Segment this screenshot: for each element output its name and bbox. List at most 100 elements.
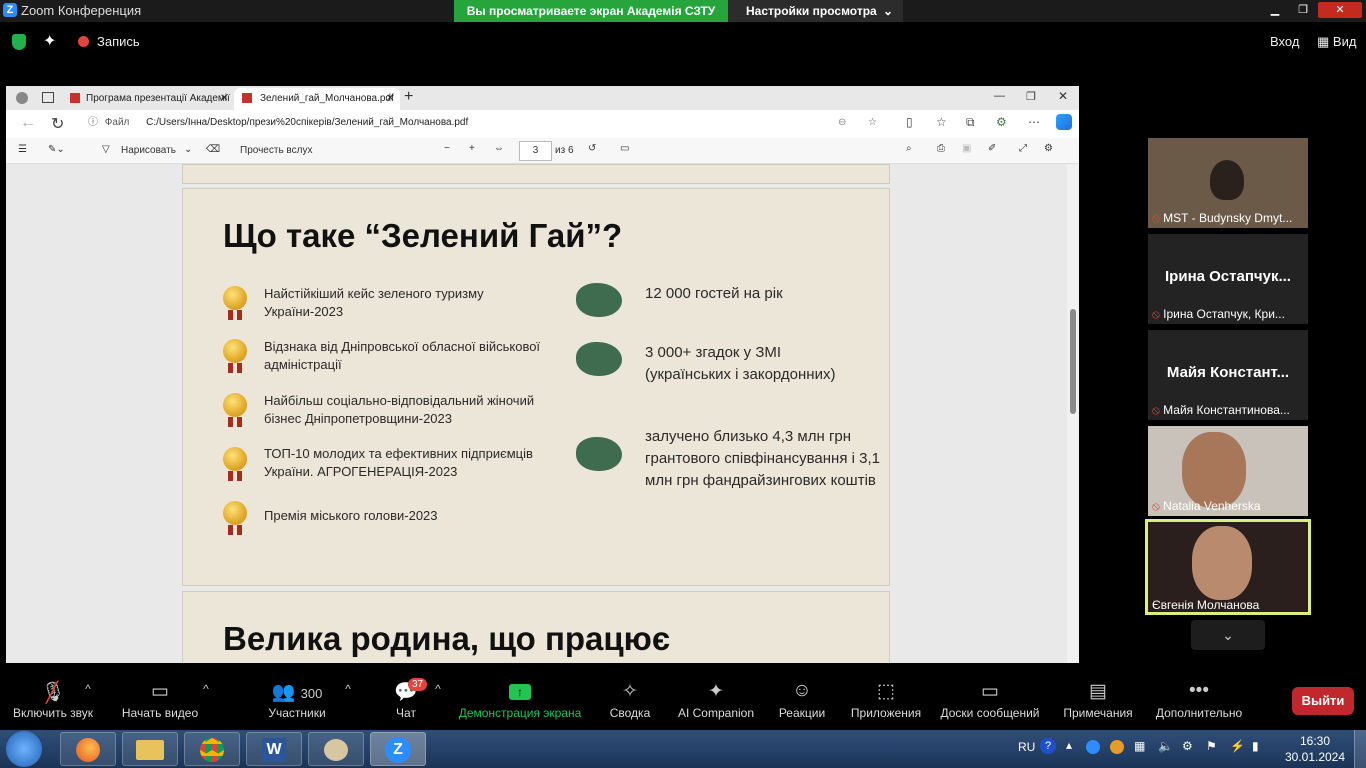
read-aloud-button[interactable]: Прочесть вслух — [240, 145, 312, 156]
minimize-icon[interactable]: — — [994, 90, 1005, 102]
tray-app-icon[interactable] — [1110, 740, 1124, 754]
rotate-icon[interactable]: ↺ — [588, 143, 596, 154]
settings-icon[interactable]: ⚙ — [1044, 143, 1053, 154]
clock-date: 30.01.2024 — [1284, 750, 1346, 764]
split-icon[interactable]: ▯ — [906, 115, 913, 129]
ai-companion-button[interactable]: ✦ AI Companion — [676, 680, 756, 720]
word-icon[interactable]: W — [246, 732, 302, 766]
share-screen-button[interactable]: ↑ Демонстрация экрана — [456, 680, 584, 720]
scrollbar-thumb[interactable] — [1070, 309, 1076, 414]
summary-button[interactable]: ✧ Сводка — [604, 680, 656, 720]
close-icon[interactable]: ✕ — [220, 88, 228, 110]
help-icon[interactable]: ? — [1040, 738, 1056, 754]
draw-icon[interactable]: ▽ — [102, 144, 110, 155]
address-bar[interactable]: ⓘ Файл C:/Users/Інна/Desktop/прези%20спі… — [76, 113, 896, 133]
active-speaker-tile[interactable]: Євгенія Молчанова — [1145, 519, 1311, 615]
notes-button[interactable]: ▤ Примечания — [1058, 680, 1138, 720]
sparkle-icon[interactable]: ✦ — [43, 31, 56, 51]
eraser-icon[interactable]: ⌫ — [206, 144, 220, 155]
chevron-down-icon[interactable]: ⌄ — [1191, 620, 1265, 650]
restore-icon[interactable]: ❐ — [1026, 90, 1036, 103]
chrome-icon[interactable] — [184, 732, 240, 766]
contents-icon[interactable]: ☰ — [18, 144, 27, 155]
save-icon[interactable]: ▣ — [962, 143, 971, 154]
tray-icon[interactable]: ⚙ — [1182, 739, 1193, 753]
extension-icon[interactable]: ⚙ — [996, 115, 1007, 129]
show-desktop-button[interactable] — [1354, 730, 1366, 768]
page-input[interactable]: 3 — [519, 141, 552, 161]
participant-tile[interactable]: Майя Констант... ⦸ Майя Константинова... — [1148, 330, 1308, 420]
whiteboards-button[interactable]: ▭ Доски сообщений — [937, 680, 1043, 720]
star-icon[interactable]: ☆ — [868, 113, 877, 133]
minimize-icon[interactable]: ▁ — [1262, 2, 1288, 18]
chat-button[interactable]: 💬 37 Чат — [386, 678, 428, 720]
power-icon[interactable]: ⚡ — [1230, 739, 1245, 753]
start-button-icon[interactable] — [6, 731, 42, 767]
previous-page — [182, 164, 890, 184]
view-settings-button[interactable]: Настройки просмотра ⌄ — [728, 0, 903, 22]
pdf-toolbar: ☰ ✎⌄ ▽ Нарисовать ⌄ ⌫ Прочесть вслух − +… — [6, 138, 1079, 164]
chevron-down-icon[interactable]: ⌄ — [184, 144, 192, 155]
refresh-icon[interactable]: ↻ — [51, 114, 64, 134]
collections-icon[interactable]: ⧉ — [966, 115, 975, 130]
participant-tile[interactable]: ⦸ Natalia Venherska — [1148, 426, 1308, 516]
chevron-up-icon[interactable]: ^ — [432, 682, 444, 696]
tab-active-pdf[interactable]: Зелений_гай_Молчанова.pdf ✕ — [234, 88, 400, 110]
print-icon[interactable]: ⎙ — [937, 143, 945, 154]
highlight-icon[interactable]: ✎⌄ — [48, 144, 65, 155]
chevron-up-icon[interactable]: ^ — [82, 682, 94, 696]
chevron-up-icon[interactable]: ^ — [200, 682, 212, 696]
more-icon[interactable]: ⋯ — [1028, 115, 1040, 129]
login-button[interactable]: Вход — [1270, 34, 1299, 49]
tray-expand-icon[interactable]: ▴ — [1066, 738, 1072, 752]
language-indicator[interactable]: RU — [1018, 740, 1035, 754]
close-icon[interactable]: ✕ — [386, 88, 394, 110]
zoom-in-icon[interactable]: + — [469, 143, 475, 154]
chevron-up-icon[interactable]: ^ — [342, 682, 354, 696]
signal-icon[interactable]: ▮ — [1252, 739, 1259, 753]
close-icon[interactable]: ✕ — [1058, 89, 1068, 103]
slide-title: Що таке “Зелений Гай”? — [223, 217, 623, 254]
draw-button[interactable]: Нарисовать — [121, 145, 176, 156]
page-view-icon[interactable]: ▭ — [620, 143, 629, 154]
apps-button[interactable]: ⬚ Приложения — [848, 680, 924, 720]
reactions-button[interactable]: ☺ Реакции — [774, 680, 830, 720]
fullscreen-icon[interactable]: ⤢ — [1019, 143, 1027, 154]
search-icon[interactable]: ⌕ — [906, 143, 912, 154]
close-icon[interactable]: ✕ — [1318, 2, 1362, 18]
more-button[interactable]: ••• Дополнительно — [1152, 680, 1246, 720]
explorer-icon[interactable] — [122, 732, 178, 766]
firefox-icon[interactable] — [60, 732, 116, 766]
save-as-icon[interactable]: ✐ — [988, 143, 996, 154]
leave-button[interactable]: Выйти — [1292, 687, 1354, 715]
volume-icon[interactable]: 🔈 — [1158, 739, 1173, 753]
profile-icon[interactable] — [16, 92, 28, 104]
zoom-tray-icon[interactable] — [1086, 740, 1100, 754]
back-icon[interactable]: ← — [20, 114, 36, 132]
participants-button[interactable]: 👥 300 Участники — [262, 680, 332, 720]
record-label[interactable]: Запись — [97, 34, 140, 49]
network-icon[interactable]: ▦ — [1134, 739, 1145, 753]
paint-icon[interactable] — [308, 732, 364, 766]
pdf-viewer: Що таке “Зелений Гай”? Найстійкіший кейс… — [6, 164, 1067, 663]
flag-icon[interactable]: ⚑ — [1206, 739, 1217, 753]
start-video-button[interactable]: ▭ Начать видео — [118, 680, 202, 720]
favorites-icon[interactable]: ☆ — [936, 115, 947, 129]
clock[interactable]: 16:30 30.01.2024 — [1280, 733, 1350, 765]
copilot-icon[interactable] — [1056, 114, 1072, 130]
zoom-out-icon[interactable]: − — [444, 143, 450, 154]
tab-actions-icon[interactable] — [42, 92, 54, 103]
zoom-icon[interactable]: ⊖ — [838, 113, 846, 133]
participant-video — [1182, 432, 1246, 508]
new-tab-icon[interactable]: + — [404, 88, 413, 106]
view-button[interactable]: ▦ Вид — [1317, 34, 1356, 50]
scrollbar[interactable] — [1067, 164, 1079, 663]
tab-program[interactable]: Програма презентації Академії ✕ — [70, 88, 230, 110]
fit-width-icon[interactable]: ⇔ — [494, 143, 504, 154]
participant-tile[interactable]: Ірина Остапчук... ⦸ Ірина Остапчук, Кри.… — [1148, 234, 1308, 324]
sparkle-icon: ✦ — [708, 681, 724, 702]
zoom-app-icon[interactable]: Z — [370, 732, 426, 766]
achievement-item: Премія міського голови-2023 — [264, 508, 438, 523]
participant-tile[interactable]: ⦸ MST - Budynsky Dmyt... — [1148, 138, 1308, 228]
maximize-icon[interactable]: ❐ — [1290, 2, 1316, 18]
